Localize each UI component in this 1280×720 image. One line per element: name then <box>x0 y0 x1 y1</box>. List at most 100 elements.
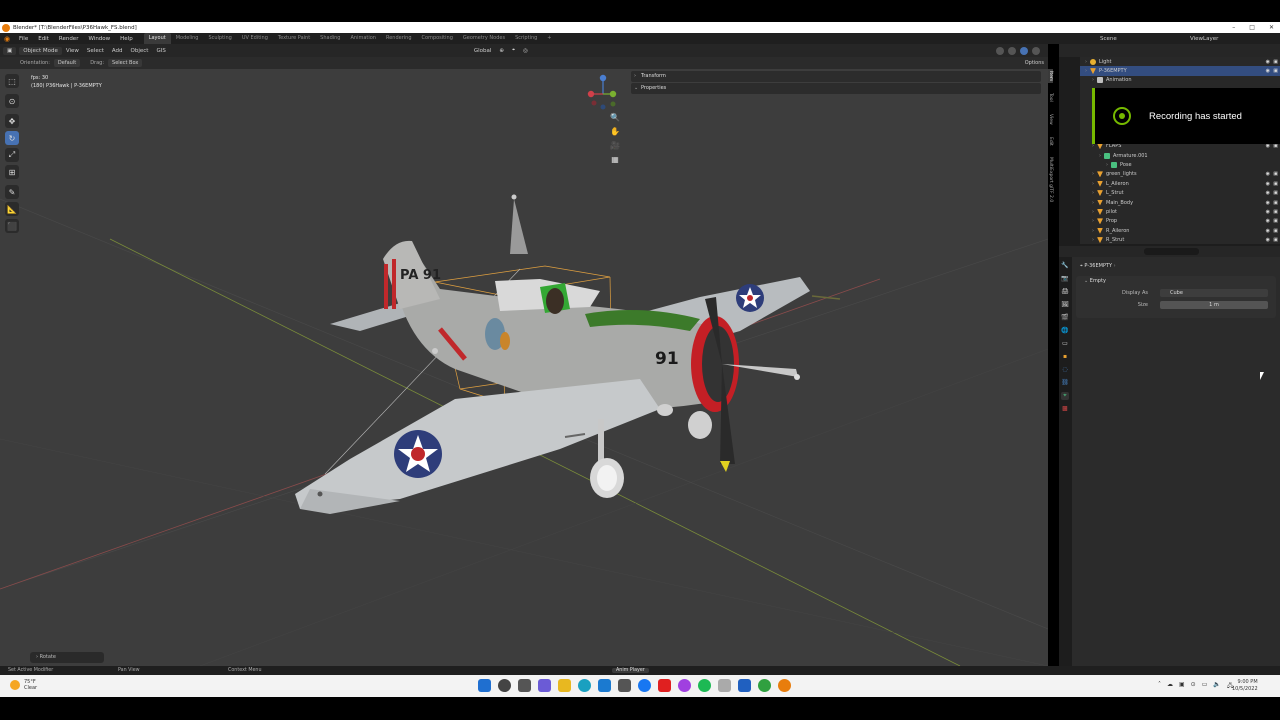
outliner-row[interactable]: › green_lights ◉ ▣ <box>1080 170 1280 179</box>
menu-add[interactable]: Add <box>108 48 127 54</box>
proportional-edit-icon[interactable]: ◎ <box>519 48 532 54</box>
outliner-row[interactable]: › R_Aileron ◉ ▣ <box>1080 226 1280 235</box>
zoom-icon[interactable]: 🔍 <box>609 112 621 124</box>
select-box-icon[interactable]: ⬚ <box>5 74 19 88</box>
expand-triangle-icon[interactable]: › <box>1089 209 1097 215</box>
pan-hand-icon[interactable]: ✋ <box>609 126 621 138</box>
pivot-icon[interactable]: ⊕ <box>495 48 508 54</box>
viewlayer-selector[interactable]: ViewLayer <box>1190 36 1218 42</box>
visibility-eye-icon[interactable]: ◉ <box>1266 228 1270 234</box>
tab-scripting[interactable]: Scripting <box>510 33 542 44</box>
task-view-icon[interactable] <box>518 679 531 692</box>
tab-rendering[interactable]: Rendering <box>381 33 417 44</box>
empty-panel-title[interactable]: ⌄ Empty <box>1084 278 1106 284</box>
expand-triangle-icon[interactable]: › <box>1089 237 1097 243</box>
options-dropdown[interactable]: Options <box>1025 60 1044 66</box>
wireframe-shading-icon[interactable] <box>996 46 1004 55</box>
add-workspace-button[interactable]: + <box>542 33 556 44</box>
measure-icon[interactable]: 📐 <box>5 202 19 216</box>
render-camera-icon[interactable]: ▣ <box>1273 228 1278 234</box>
store-icon[interactable] <box>598 679 611 692</box>
chevron-up-icon[interactable]: ˄ <box>1158 681 1161 691</box>
chat-icon[interactable] <box>538 679 551 692</box>
expand-triangle-icon[interactable]: › <box>1103 162 1111 168</box>
render-camera-icon[interactable]: ▣ <box>1273 171 1278 177</box>
edge-icon[interactable] <box>578 679 591 692</box>
tab-edit[interactable]: Edit <box>1048 135 1053 148</box>
tab-view[interactable]: View <box>1048 112 1053 127</box>
render-camera-icon[interactable]: ▣ <box>1273 237 1278 243</box>
visibility-eye-icon[interactable]: ◉ <box>1266 209 1270 215</box>
snap-icon[interactable]: ⌖ <box>508 47 519 54</box>
expand-triangle-icon[interactable]: › <box>1089 143 1097 149</box>
remote-desktop-icon[interactable] <box>738 679 751 692</box>
editor-type-button[interactable]: ▣ <box>3 46 17 55</box>
transform-icon[interactable]: ⊞ <box>5 165 19 179</box>
file-explorer-icon[interactable] <box>558 679 571 692</box>
drag-dropdown[interactable]: Select Box <box>108 59 143 67</box>
navigation-gizmo[interactable] <box>584 74 624 114</box>
render-camera-icon[interactable]: ▣ <box>1273 68 1278 74</box>
maximize-icon[interactable]: □ <box>1249 24 1255 31</box>
expand-triangle-icon[interactable]: › <box>1089 218 1097 224</box>
expand-triangle-icon[interactable]: › <box>1082 68 1090 74</box>
cursor-icon[interactable]: ⊙ <box>5 94 19 108</box>
menu-window[interactable]: Window <box>83 36 115 42</box>
menu-gis[interactable]: GIS <box>152 48 169 54</box>
expand-triangle-icon[interactable]: › <box>1082 59 1090 65</box>
object-data-tab-icon[interactable]: ⌖ <box>1061 392 1069 400</box>
tab-texture-paint[interactable]: Texture Paint <box>273 33 315 44</box>
cloud-icon[interactable]: ☁ <box>1167 681 1173 691</box>
chrome-icon[interactable] <box>758 679 771 692</box>
properties-panel-header[interactable]: ⌄ Properties <box>631 83 1041 94</box>
constraints-tab-icon[interactable]: ⛓ <box>1061 379 1069 387</box>
outliner-row[interactable]: › L_Aileron ◉ ▣ <box>1080 179 1280 188</box>
physics-tab-icon[interactable]: ◌ <box>1061 366 1069 374</box>
collection-tab-icon[interactable]: ▭ <box>1061 340 1069 348</box>
tab-multiexport[interactable]: MultiExport glTF 2.0 <box>1048 155 1053 204</box>
tab-animation[interactable]: Animation <box>345 33 381 44</box>
outliner-row[interactable]: › Pose <box>1080 160 1280 169</box>
outliner-row[interactable]: › L_Strut ◉ ▣ <box>1080 188 1280 197</box>
render-camera-icon[interactable]: ▣ <box>1273 59 1278 65</box>
tab-layout[interactable]: Layout <box>143 33 171 44</box>
facebook-icon[interactable] <box>638 679 651 692</box>
3d-viewport[interactable]: PA 91 91 fps: 30 (180) P36Hawk | P-36EMP… <box>0 69 1048 666</box>
calculator-icon[interactable] <box>618 679 631 692</box>
transform-panel-header[interactable]: › Transform <box>631 71 1041 82</box>
messenger-icon[interactable] <box>678 679 691 692</box>
location-icon[interactable]: ⊙ <box>1191 681 1196 691</box>
visibility-eye-icon[interactable]: ◉ <box>1266 181 1270 187</box>
annotate-icon[interactable]: ✎ <box>5 185 19 199</box>
expand-triangle-icon[interactable]: › <box>1089 200 1097 206</box>
orientation-dropdown[interactable]: Default <box>53 59 81 67</box>
menu-file[interactable]: File <box>14 36 33 42</box>
blender-taskbar-icon[interactable] <box>778 679 791 692</box>
view-layer-tab-icon[interactable]: 🖼 <box>1061 301 1069 309</box>
transform-orientation-dropdown[interactable]: Global <box>470 48 496 54</box>
texture-tab-icon[interactable]: ▩ <box>1061 405 1069 413</box>
expand-triangle-icon[interactable]: › <box>1089 228 1097 234</box>
world-tab-icon[interactable]: 🌐 <box>1061 327 1069 335</box>
visibility-eye-icon[interactable]: ◉ <box>1266 190 1270 196</box>
render-camera-icon[interactable]: ▣ <box>1273 218 1278 224</box>
close-icon[interactable]: ✕ <box>1269 24 1274 31</box>
menu-view[interactable]: View <box>62 48 83 54</box>
outliner-row[interactable]: › R_Strut ◉ ▣ <box>1080 235 1280 244</box>
render-camera-icon[interactable]: ▣ <box>1273 181 1278 187</box>
outliner-row[interactable]: › P-36EMPTY ◉ ▣ <box>1080 66 1280 76</box>
spotify-icon[interactable] <box>698 679 711 692</box>
scene-selector[interactable]: Scene <box>1100 36 1117 42</box>
tab-modeling[interactable]: Modeling <box>171 33 204 44</box>
visibility-eye-icon[interactable]: ◉ <box>1266 68 1270 74</box>
display-as-dropdown[interactable]: Cube <box>1160 289 1268 297</box>
visibility-eye-icon[interactable]: ◉ <box>1266 143 1270 149</box>
weather-widget[interactable]: 75°F Clear <box>10 679 37 691</box>
display-icon[interactable]: ▭ <box>1202 681 1208 691</box>
material-preview-shading-icon[interactable] <box>1020 46 1028 55</box>
move-icon[interactable]: ✥ <box>5 114 19 128</box>
outliner-row[interactable]: › Main_Body ◉ ▣ <box>1080 198 1280 207</box>
youtube-icon[interactable] <box>658 679 671 692</box>
rendered-shading-icon[interactable] <box>1032 46 1040 55</box>
outliner-row[interactable]: › Armature.001 <box>1080 151 1280 160</box>
